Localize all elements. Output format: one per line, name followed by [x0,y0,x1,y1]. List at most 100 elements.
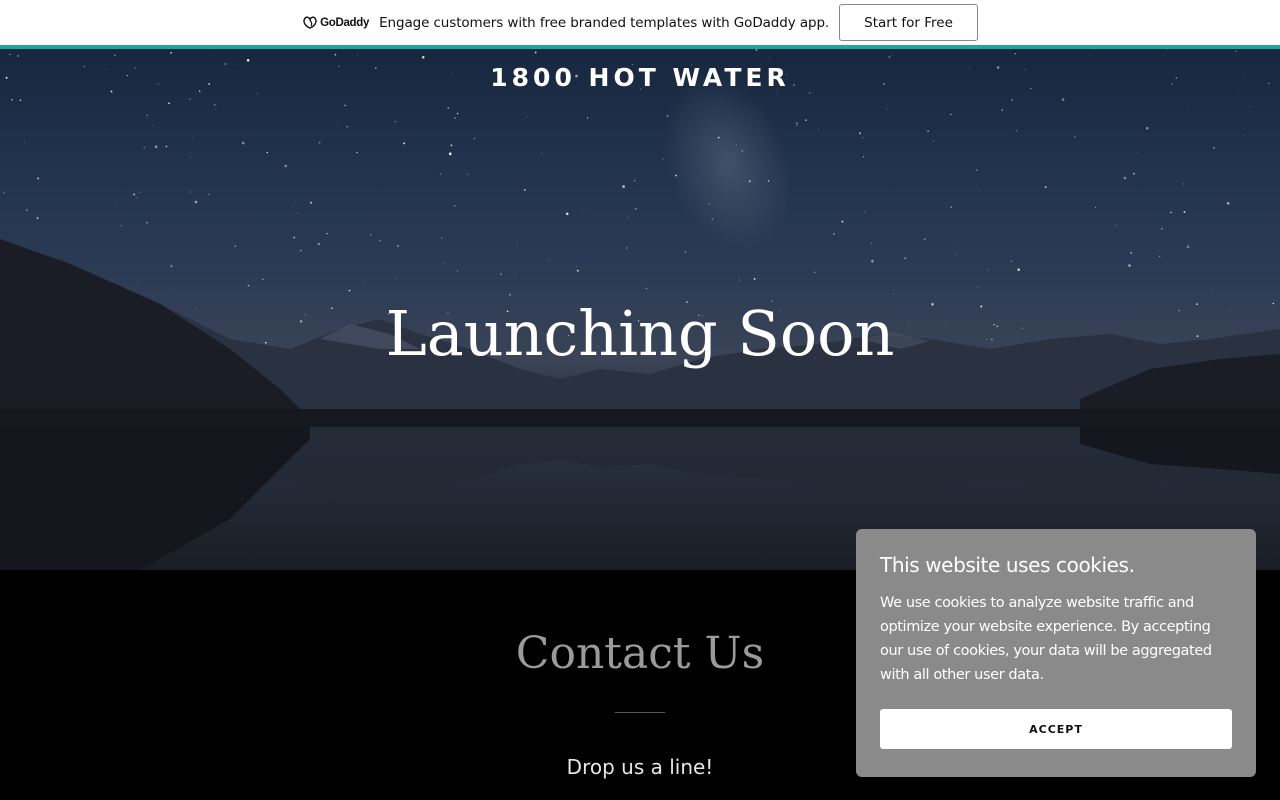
star [1235,50,1237,52]
star [447,107,449,109]
star [932,140,935,142]
section-divider [615,712,665,713]
star [1160,227,1163,230]
star [189,191,192,193]
star [871,259,874,263]
star [675,174,677,177]
star [809,92,811,94]
star [796,124,798,126]
star [1061,98,1065,101]
star [767,180,770,182]
hero-section: 1800 HOT WATER Launching Soon [0,49,1280,570]
star [246,59,250,62]
star [295,201,297,203]
star [717,136,720,139]
star [453,204,456,207]
star [1010,260,1013,263]
hero-heading: Launching Soon [385,297,895,370]
star [1123,176,1127,180]
star [1182,183,1185,185]
star [576,266,578,267]
star [976,287,978,289]
promo-bar: GoDaddy Engage customers with free brand… [0,0,1280,45]
godaddy-wordmark: GoDaddy [320,16,370,29]
star [337,119,339,121]
star [310,201,313,204]
star [449,152,452,154]
star [768,57,770,58]
star [1239,95,1241,97]
star [1017,268,1020,271]
start-for-free-button[interactable]: Start for Free [839,4,978,41]
star [634,207,637,210]
star [146,222,148,224]
star [17,55,19,57]
godaddy-icon [303,16,317,29]
star [24,141,25,143]
star [1145,127,1149,130]
star [750,246,751,248]
star [1183,211,1186,214]
star [862,137,864,139]
star [370,234,372,236]
star [833,233,835,235]
star [1210,289,1212,291]
star [1011,99,1013,101]
star [143,146,145,148]
star [890,55,892,56]
star [114,54,116,56]
star [753,278,756,280]
star [403,142,406,145]
star [189,98,191,100]
star [138,280,140,282]
star [1159,255,1161,257]
star [170,265,173,268]
star [523,189,526,191]
star [586,117,589,119]
star [626,247,628,249]
star [1116,224,1117,226]
star [328,234,329,236]
star [318,141,321,144]
star [805,119,807,121]
star [923,238,926,240]
star [1170,211,1172,214]
star [441,237,443,239]
star [19,99,22,102]
accept-cookies-button[interactable]: ACCEPT [880,709,1232,749]
star [379,239,382,242]
star [904,257,907,260]
godaddy-logo: GoDaddy [302,15,369,30]
star [1130,251,1133,254]
star [1226,202,1230,205]
site-title[interactable]: 1800 HOT WATER [0,63,1280,92]
star [956,240,958,242]
star [976,169,978,171]
star [421,56,425,59]
star [394,278,396,280]
star [317,243,320,245]
star [755,49,758,51]
star [133,193,136,196]
star [817,129,819,130]
star [684,251,687,253]
star [210,49,212,50]
star [247,284,250,287]
star [814,271,816,274]
star [927,130,929,132]
star [666,115,669,118]
star [26,209,28,211]
star [576,269,579,272]
star [888,56,891,58]
star [356,151,358,154]
star [741,150,743,152]
star [456,270,458,272]
star [284,164,288,168]
star [1094,206,1096,208]
star [334,53,337,56]
star [645,287,648,290]
star [978,191,980,192]
star [865,211,867,213]
star [456,112,459,115]
star [473,137,476,140]
